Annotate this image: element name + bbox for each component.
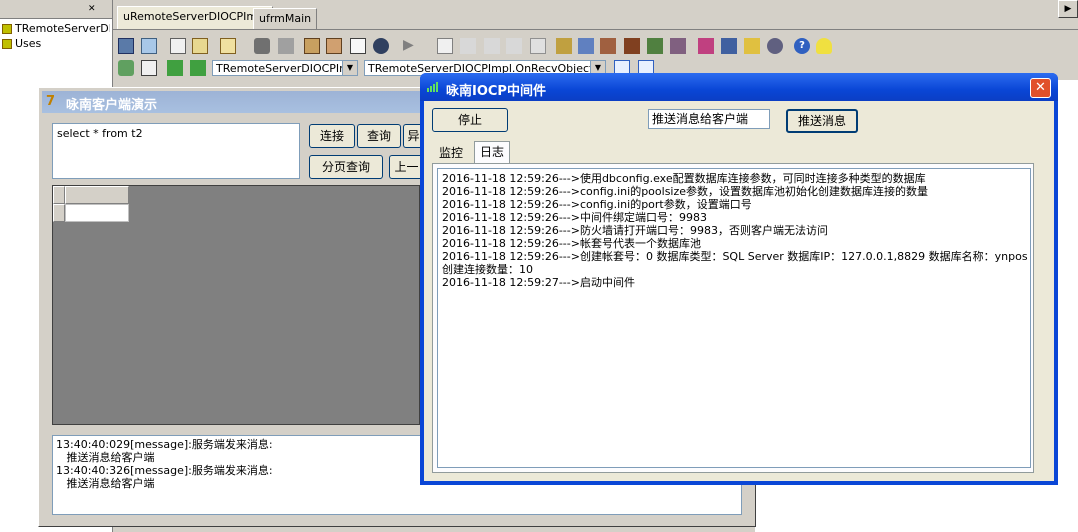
toggle-form-icon[interactable] [141, 60, 157, 76]
toggle-icon[interactable] [373, 38, 389, 54]
prev-page-button[interactable]: 上一 [389, 155, 423, 179]
remove-file-icon[interactable] [326, 38, 342, 54]
push-message-input[interactable]: 推送消息给客户端 [648, 109, 770, 129]
chevron-down-icon: ▼ [342, 61, 357, 75]
add-file-icon[interactable] [304, 38, 320, 54]
implementation-icon[interactable] [190, 60, 206, 76]
tab-divider [113, 29, 1078, 30]
component-icon[interactable] [556, 38, 572, 54]
grid-row-indicator[interactable] [53, 204, 65, 222]
help-icon[interactable]: ? [794, 38, 810, 54]
tools-icon[interactable] [647, 38, 663, 54]
iocp-log-memo[interactable]: 2016-11-18 12:59:26--->使用dbconfig.exe配置数… [437, 168, 1031, 468]
save-all-icon[interactable] [278, 38, 294, 54]
pause-icon[interactable] [437, 38, 453, 54]
client-title: 咏南客户端演示 [66, 98, 158, 113]
close-button[interactable]: ✕ [1030, 78, 1051, 98]
gear-icon[interactable] [767, 38, 783, 54]
scroll-right-button[interactable]: ▶ [1058, 0, 1078, 18]
class-combo[interactable]: TRemoteServerDIOCPImpl ▼ [212, 60, 358, 76]
class-icon [2, 24, 12, 34]
interface-icon[interactable] [167, 60, 183, 76]
open-icon[interactable] [192, 38, 208, 54]
tip-icon[interactable] [816, 38, 832, 54]
class-explorer-icon[interactable] [118, 60, 134, 76]
log-tab-panel: 2016-11-18 12:59:26--->使用dbconfig.exe配置数… [432, 163, 1034, 473]
iocp-title: 咏南IOCP中间件 [446, 84, 546, 99]
tree-item-class[interactable]: TRemoteServerDIOCPImpl [2, 22, 110, 36]
search-icon[interactable] [670, 38, 686, 54]
form-icon[interactable] [118, 38, 134, 54]
trace-into-icon[interactable] [460, 38, 476, 54]
checklist-icon[interactable] [350, 38, 366, 54]
stop-button[interactable]: 停止 [432, 108, 508, 132]
iocp-window: 咏南IOCP中间件 ✕ 停止 推送消息给客户端 推送消息 监控 日志 2016-… [420, 73, 1058, 485]
page-query-button[interactable]: 分页查询 [309, 155, 383, 179]
tree-item-uses[interactable]: Uses [2, 37, 110, 51]
note-icon[interactable] [744, 38, 760, 54]
push-message-button[interactable]: 推送消息 [786, 109, 858, 133]
step-out-icon[interactable] [506, 38, 522, 54]
folder-icon [2, 39, 12, 49]
database-icon[interactable] [578, 38, 594, 54]
window-icon[interactable] [721, 38, 737, 54]
iocp-body: 停止 推送消息给客户端 推送消息 监控 日志 2016-11-18 12:59:… [424, 101, 1054, 481]
unit-icon[interactable] [141, 38, 157, 54]
grid-column-header[interactable] [65, 186, 129, 204]
run-to-cursor-icon[interactable] [530, 38, 546, 54]
app-logo-icon: 7 [46, 94, 56, 109]
signal-icon [427, 82, 439, 92]
edit-icon[interactable] [600, 38, 616, 54]
tab-monitor[interactable]: 监控 [434, 143, 468, 163]
close-icon[interactable]: ✕ [88, 4, 96, 14]
grid-corner [53, 186, 65, 204]
grid-cell[interactable] [65, 204, 129, 222]
tab-log[interactable]: 日志 [474, 141, 511, 164]
connect-button[interactable]: 连接 [309, 124, 355, 148]
tab-ufrmmain[interactable]: ufrmMain [253, 8, 318, 29]
data-grid[interactable] [52, 185, 420, 425]
iocp-title-bar[interactable]: 咏南IOCP中间件 ✕ [420, 73, 1058, 101]
new-icon[interactable] [170, 38, 186, 54]
step-over-icon[interactable] [484, 38, 500, 54]
tab-uremoteserver[interactable]: uRemoteServerDIOCPImpl [117, 6, 274, 29]
debug-icon[interactable] [698, 38, 714, 54]
open-project-icon[interactable] [220, 38, 236, 54]
query-button[interactable]: 查询 [357, 124, 401, 148]
run-icon[interactable]: ▶ [403, 37, 414, 53]
save-icon[interactable] [254, 38, 270, 54]
sql-input[interactable]: select * from t2 [52, 123, 300, 179]
package-icon[interactable] [624, 38, 640, 54]
close-icon: ✕ [1035, 80, 1046, 95]
